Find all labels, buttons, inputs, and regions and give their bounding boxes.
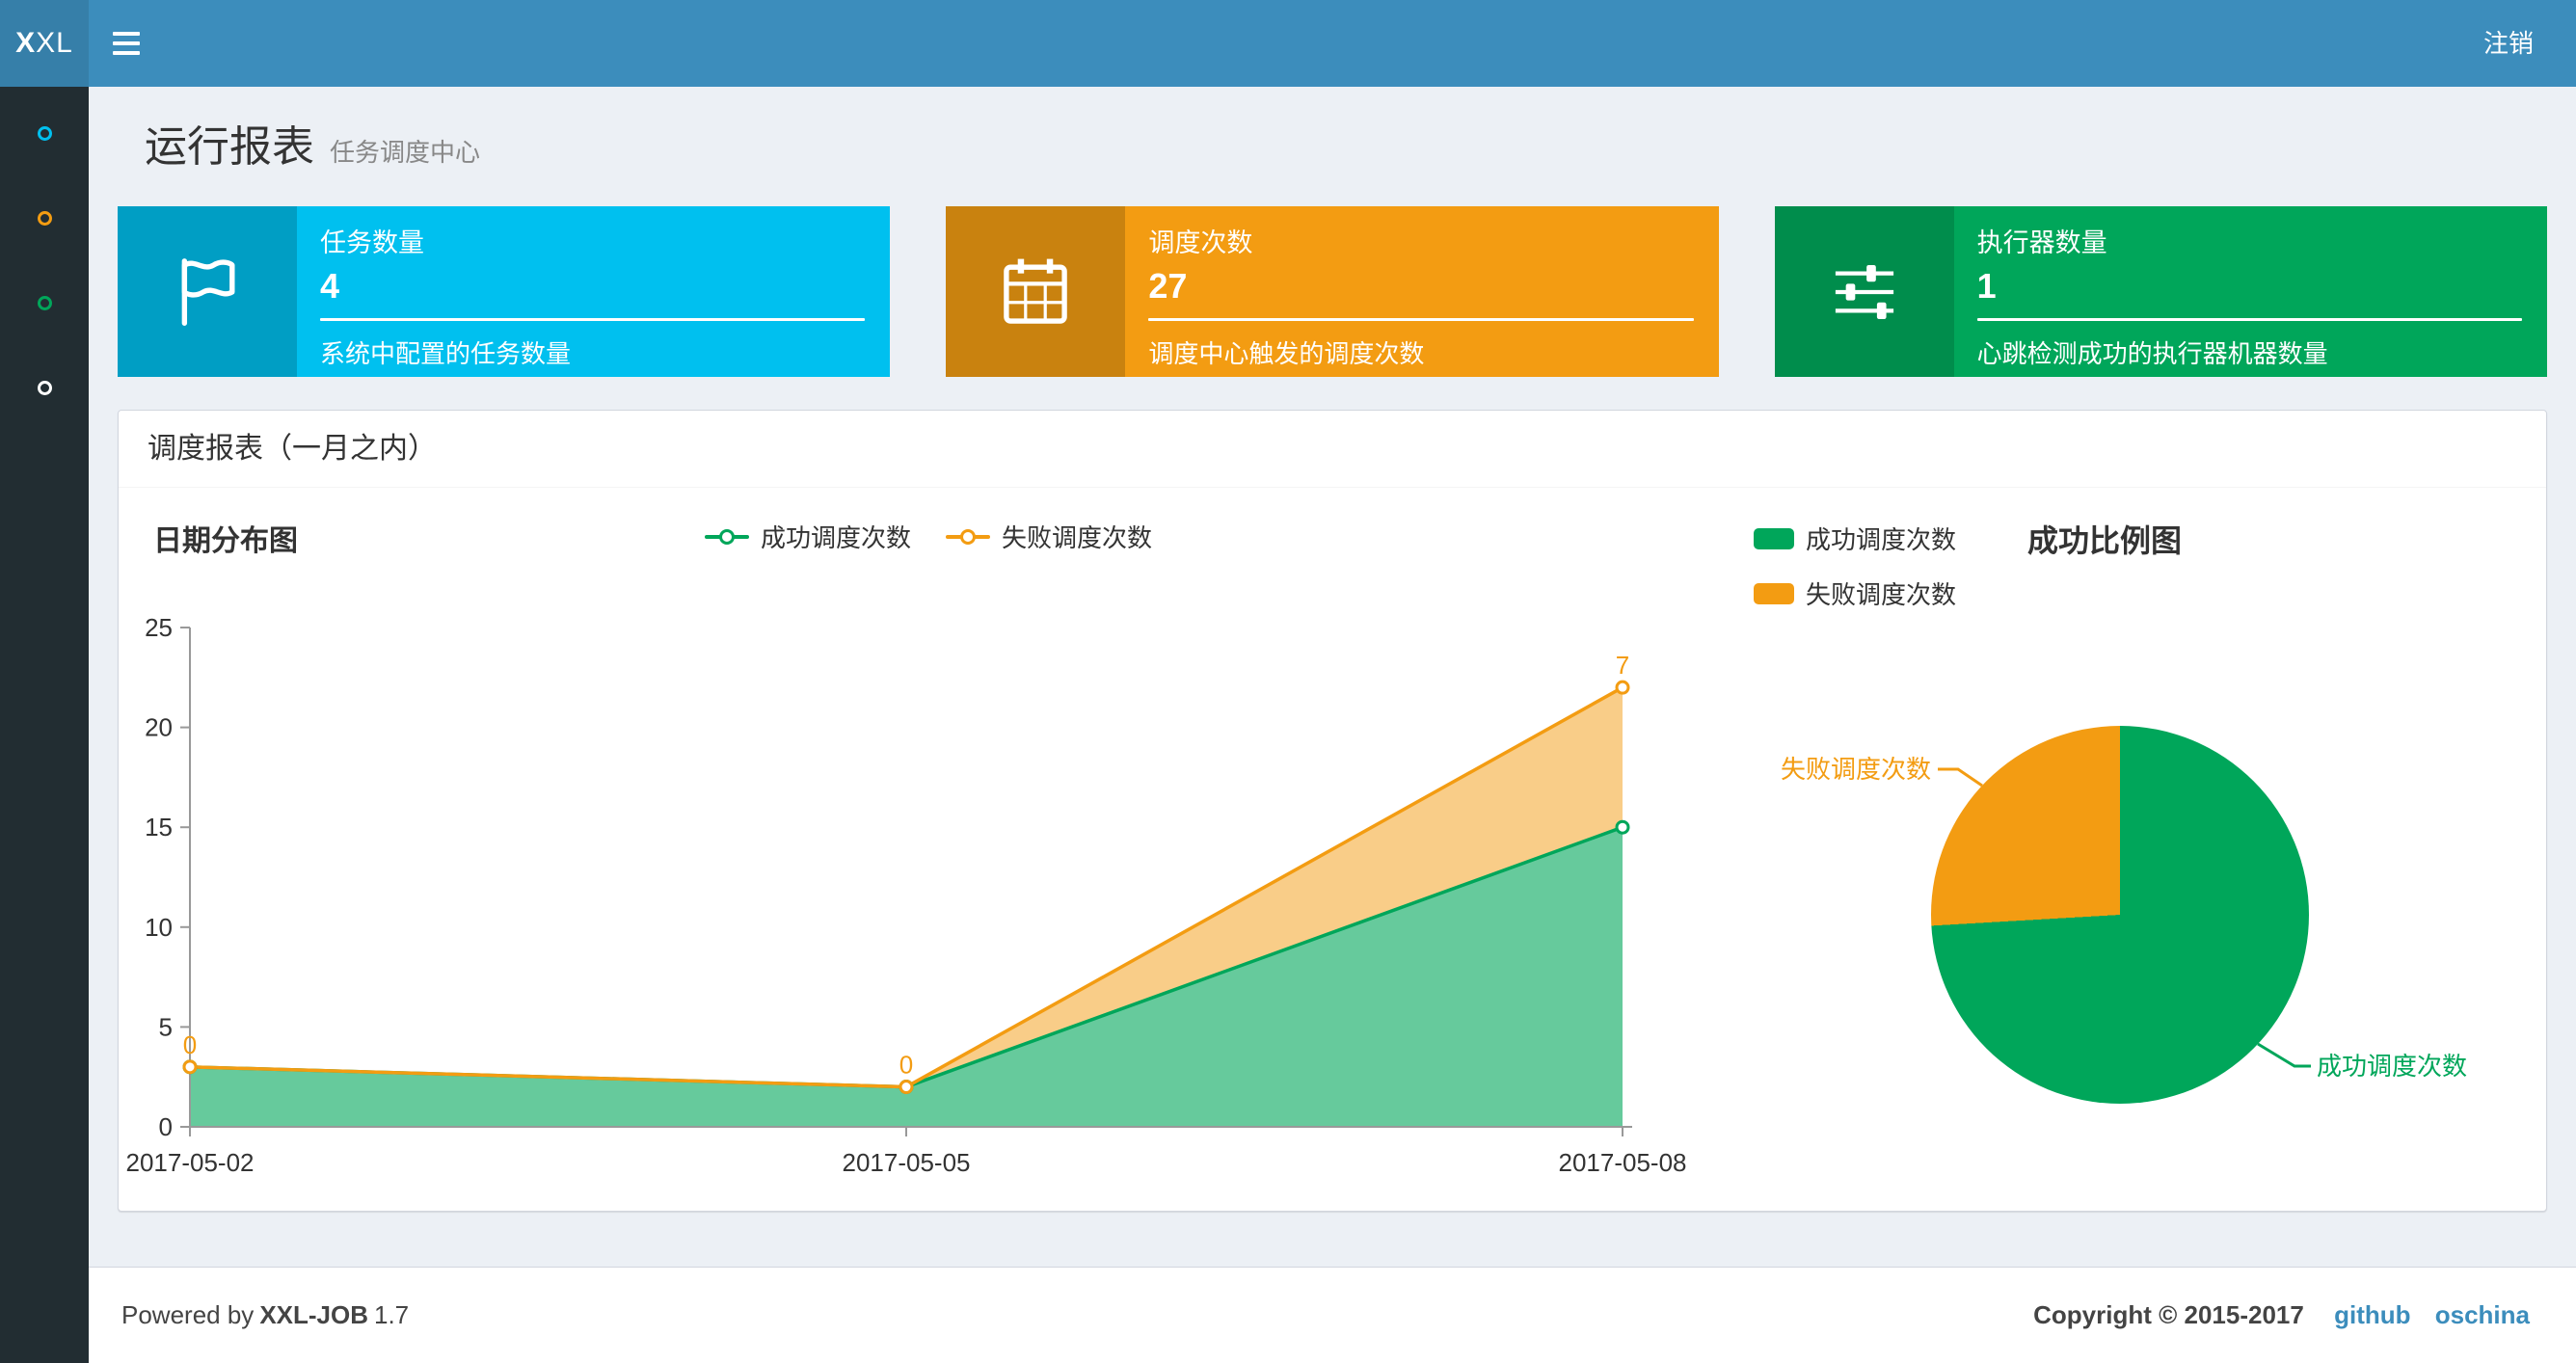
info-box-trigger-count: 调度次数 27 调度中心触发的调度次数 [946,206,1719,377]
calendar-icon [946,206,1126,377]
sidebar-item-1[interactable] [0,91,89,175]
github-link[interactable]: github [2334,1300,2410,1329]
app-logo-rest: XL [36,27,73,59]
sidebar-toggle-button[interactable] [89,0,164,87]
info-box-value: 1 [1976,266,1997,306]
success-ratio-chart: 成功调度次数 失败调度次数 成功比例图 失败调度次数 成功调度次数 [1738,488,2546,1211]
content: 运行报表 任务调度中心 任务数量 4 系统中配置的任务数量 调度次数 27 调度… [89,87,2576,1267]
chart-title: 成功比例图 [2027,523,2183,558]
app-logo[interactable]: X XL [0,0,89,87]
info-box-row: 任务数量 4 系统中配置的任务数量 调度次数 27 调度中心触发的调度次数 执行… [118,206,2547,377]
svg-text:2017-05-08: 2017-05-08 [1559,1148,1687,1177]
sidebar-item-2[interactable] [0,175,89,260]
legend-item-success[interactable]: 成功调度次数 [1754,521,1956,556]
legend-line-marker-icon [946,528,990,545]
copyright-text: Copyright © 2015-2017 [2033,1300,2304,1329]
report-panel: 调度报表（一月之内） 日期分布图 成功调度次数 失败调度次数 0 5 10 15 20 25… [118,410,2547,1212]
sliders-icon [1774,206,1954,377]
sidebar-item-3[interactable] [0,260,89,345]
legend-swatch [1754,582,1794,604]
pie-label-fail: 失败调度次数 [1781,755,1931,784]
page-header: 运行报表 任务调度中心 [118,87,2547,206]
pie-graphic[interactable] [1931,726,2309,1104]
panel-title: 调度报表（一月之内） [119,411,2546,488]
circle-icon [37,125,52,141]
svg-text:10: 10 [145,913,173,942]
info-box-executor-count: 执行器数量 1 心跳检测成功的执行器机器数量 [1774,206,2547,377]
svg-text:25: 25 [145,613,173,642]
hamburger-icon [113,32,140,36]
main-area: 运行报表 任务调度中心 任务数量 4 系统中配置的任务数量 调度次数 27 调度… [89,87,2576,1363]
circle-icon [37,295,52,310]
date-distribution-chart: 日期分布图 成功调度次数 失败调度次数 0 5 10 15 20 25 2017-05-02 2… [119,488,1738,1211]
powered-by-text: Powered by XXL-JOB 1.7 [121,1300,410,1329]
oschina-link[interactable]: oschina [2435,1300,2530,1329]
pie-label-success: 成功调度次数 [2317,1052,2467,1081]
info-box-progress [1976,318,2522,321]
info-box-description: 系统中配置的任务数量 [320,339,572,368]
legend-label: 成功调度次数 [1806,525,1957,554]
footer: Powered by XXL-JOB 1.7 Copyright © 2015-20… [89,1267,2576,1363]
info-box-progress [320,318,866,321]
circle-icon [37,380,52,395]
app-logo-bold: X [15,27,37,59]
line-chart-canvas[interactable]: 05101520252017-05-02 2017-05-05 2017-05-08… [119,575,1738,1211]
info-box-value: 4 [320,266,340,306]
legend-label: 失败调度次数 [1002,523,1153,552]
svg-text:0: 0 [159,1112,173,1141]
line-chart-legend: 成功调度次数 失败调度次数 [119,519,1738,554]
info-box-description: 心跳检测成功的执行器机器数量 [1976,339,2328,368]
legend-item[interactable]: 成功调度次数 [704,519,911,554]
circle-icon [37,210,52,226]
top-navbar: X XL 注销 [0,0,2576,87]
info-box-title: 调度次数 [1148,228,1253,257]
flag-icon [118,206,297,377]
svg-text:0: 0 [899,1051,913,1080]
legend-item-fail[interactable]: 失败调度次数 [1754,575,1956,611]
page-subtitle: 任务调度中心 [330,138,481,167]
svg-text:15: 15 [145,813,173,842]
legend-label: 成功调度次数 [760,523,911,552]
legend-label: 失败调度次数 [1806,580,1957,609]
svg-text:0: 0 [183,1030,197,1059]
pie-chart-legend: 成功调度次数 失败调度次数 [1754,521,1956,630]
page-title: 运行报表 [145,123,314,171]
info-box-description: 调度中心触发的调度次数 [1148,339,1425,368]
legend-swatch [1754,527,1794,549]
sidebar [0,87,89,1363]
info-box-value: 27 [1148,266,1188,306]
svg-text:2017-05-02: 2017-05-02 [126,1148,255,1177]
logout-link[interactable]: 注销 [2441,0,2576,87]
legend-item[interactable]: 失败调度次数 [946,519,1152,554]
svg-text:20: 20 [145,713,173,742]
svg-text:5: 5 [159,1012,173,1041]
info-box-task-count: 任务数量 4 系统中配置的任务数量 [118,206,891,377]
legend-line-marker-icon [704,528,749,545]
svg-text:7: 7 [1616,651,1629,680]
svg-text:2017-05-05: 2017-05-05 [843,1148,971,1177]
sidebar-item-4[interactable] [0,345,89,430]
info-box-title: 执行器数量 [1976,228,2107,257]
info-box-title: 任务数量 [320,228,424,257]
info-box-progress [1148,318,1694,321]
